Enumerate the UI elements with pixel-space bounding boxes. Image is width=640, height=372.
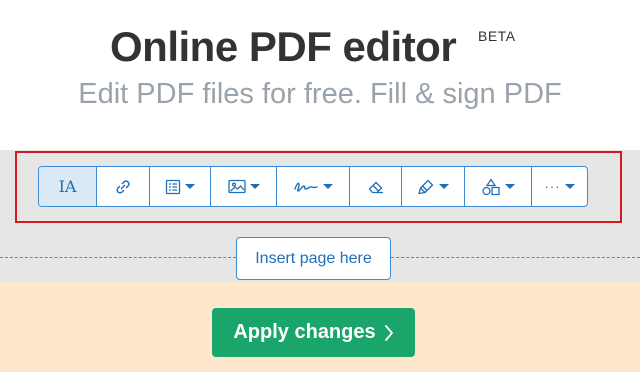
page-divider-right	[391, 257, 640, 258]
chevron-right-icon	[384, 324, 393, 341]
apply-changes-label: Apply changes	[233, 321, 376, 343]
page-subtitle: Edit PDF files for free. Fill & sign PDF	[78, 78, 562, 110]
beta-badge: BETA	[478, 28, 516, 44]
insert-page-button[interactable]: Insert page here	[236, 237, 391, 280]
page-header: Online PDF editor BETA Edit PDF files fo…	[0, 0, 640, 150]
apply-changes-button[interactable]: Apply changes	[212, 308, 415, 357]
page-divider-left	[0, 257, 236, 258]
page-title: Online PDF editor	[110, 23, 457, 70]
toolbar-highlight-frame	[15, 151, 622, 223]
title-block: Online PDF editor BETA	[110, 22, 515, 72]
